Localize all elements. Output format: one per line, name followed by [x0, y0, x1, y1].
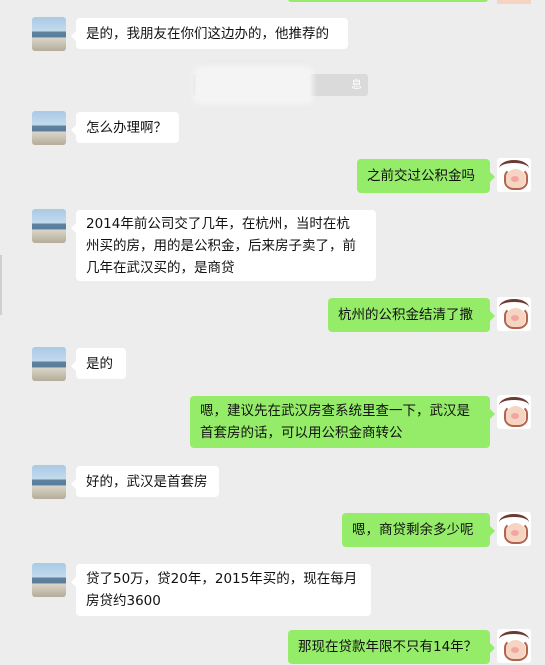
- outgoing-message-bubble[interactable]: 嗯，商贷剩余多少呢: [342, 513, 495, 547]
- message-text: 杭州的公积金结清了撒: [338, 307, 473, 323]
- outgoing-message-bubble[interactable]: 那现在贷款年限不只有14年？: [288, 630, 495, 664]
- incoming-message-bubble[interactable]: 2014年前公司交了几年，在杭州，当时在杭 州买的房，用的是公积金，后来房子卖了，…: [71, 210, 376, 281]
- contact-avatar[interactable]: [32, 465, 66, 499]
- beach-photo-icon: [32, 465, 66, 499]
- message-text: 首套房的话，可以用公积金商转公: [200, 425, 403, 441]
- incoming-message-bubble[interactable]: 贷了50万，贷20年，2015年买的，现在每月 房贷约3600: [71, 564, 371, 616]
- contact-avatar[interactable]: [32, 563, 66, 597]
- beach-photo-icon: [32, 347, 66, 381]
- contact-avatar[interactable]: [32, 347, 66, 381]
- incoming-message-bubble[interactable]: 是的，我朋友在你们这边办的，他推荐的: [71, 18, 348, 49]
- scrollbar-edge[interactable]: [0, 255, 2, 315]
- my-avatar[interactable]: [497, 297, 531, 331]
- message-text: 之前交过公积金吗: [367, 168, 475, 184]
- incoming-message-bubble[interactable]: 怎么办理啊？: [71, 112, 179, 143]
- beach-photo-icon: [32, 563, 66, 597]
- my-avatar[interactable]: [497, 629, 531, 663]
- anime-girl-icon: [497, 395, 531, 429]
- beach-photo-icon: [32, 209, 66, 243]
- contact-avatar[interactable]: [32, 209, 66, 243]
- outgoing-message-bubble[interactable]: 杭州的公积金结清了撒: [328, 298, 495, 332]
- outgoing-message-bubble[interactable]: 之前交过公积金吗: [357, 159, 495, 193]
- message-text: 几年在武汉买的，是商贷: [86, 259, 235, 276]
- beach-photo-icon: [32, 17, 66, 51]
- message-text: 是的，我朋友在你们这边办的，他推荐的: [86, 25, 329, 42]
- message-text: 那现在贷款年限不只有14年？: [298, 639, 478, 655]
- anime-girl-icon: [497, 297, 531, 331]
- previous-message-bubble-edge: [288, 0, 488, 2]
- my-avatar[interactable]: [497, 158, 531, 192]
- contact-avatar[interactable]: [32, 17, 66, 51]
- message-text: 2014年前公司交了几年，在杭州，当时在杭: [86, 215, 350, 232]
- my-avatar[interactable]: [497, 512, 531, 546]
- message-text: 房贷约3600: [86, 593, 161, 609]
- contact-avatar[interactable]: [32, 111, 66, 145]
- message-text: 嗯，商贷剩余多少呢: [352, 522, 474, 538]
- incoming-message-bubble[interactable]: 是的: [71, 348, 126, 379]
- my-avatar[interactable]: [497, 395, 531, 429]
- previous-avatar-edge: [497, 0, 531, 4]
- system-notice-text: 息: [351, 78, 362, 91]
- anime-girl-icon: [497, 629, 531, 663]
- system-notice: 息: [193, 66, 368, 104]
- beach-photo-icon: [32, 111, 66, 145]
- message-text: 是的: [86, 355, 113, 372]
- message-text: 贷了50万，贷20年，2015年买的，现在每月: [86, 571, 358, 587]
- incoming-message-bubble[interactable]: 好的，武汉是首套房: [71, 466, 219, 497]
- message-text: 好的，武汉是首套房: [86, 473, 208, 490]
- message-text: 嗯，建议先在武汉房查系统里查一下，武汉是: [200, 403, 470, 419]
- anime-girl-icon: [497, 512, 531, 546]
- message-text: 州买的房，用的是公积金，后来房子卖了，前: [86, 237, 356, 254]
- anime-girl-icon: [497, 158, 531, 192]
- outgoing-message-bubble[interactable]: 嗯，建议先在武汉房查系统里查一下，武汉是 首套房的话，可以用公积金商转公: [190, 396, 495, 448]
- message-text: 怎么办理啊？: [86, 119, 167, 136]
- redacted-blur: [193, 66, 313, 104]
